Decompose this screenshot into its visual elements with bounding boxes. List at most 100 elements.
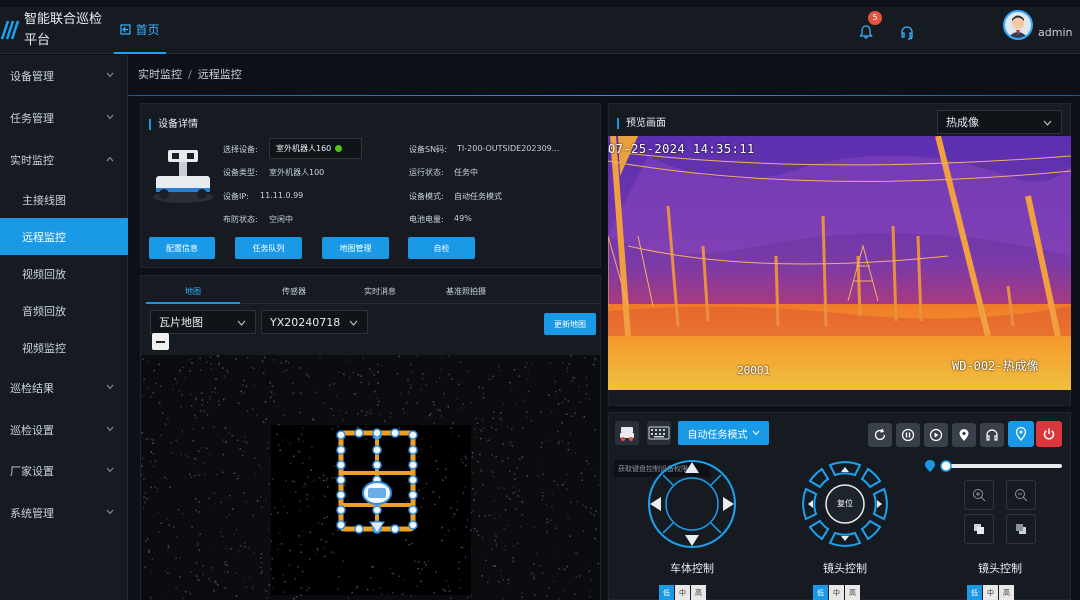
waypoint-marker[interactable]: [336, 520, 346, 530]
waypoint-marker[interactable]: [336, 460, 346, 470]
waypoint-marker[interactable]: [336, 505, 346, 515]
waypoint-marker[interactable]: [408, 505, 418, 515]
body-control-label: 车体控制: [670, 562, 714, 575]
zoom-out-lens-button[interactable]: [1006, 480, 1036, 510]
zoom-out-button[interactable]: [152, 333, 169, 350]
waypoint-marker[interactable]: [372, 460, 382, 470]
mode-select-value: 自动任务模式: [687, 429, 748, 441]
sidebar-item-task-management[interactable]: 任务管理: [0, 99, 128, 136]
zoom-in-button[interactable]: [964, 480, 994, 510]
waypoint-marker[interactable]: [408, 445, 418, 455]
tab-baseline-photo[interactable]: 基准照拍摄: [419, 286, 513, 297]
sidebar-item-remote-monitor[interactable]: 远程监控: [0, 218, 128, 255]
headset-icon[interactable]: [899, 24, 915, 40]
self-check-button[interactable]: 自检: [408, 237, 475, 259]
lens2-speed-selector[interactable]: 低中高: [967, 585, 1014, 600]
sidebar-item-inspection-settings[interactable]: 巡检设置: [0, 411, 128, 448]
robot-control-button[interactable]: [615, 421, 639, 445]
speed-medium-button[interactable]: 中: [829, 585, 844, 600]
breadcrumb-parent[interactable]: 实时监控: [138, 68, 182, 81]
speed-medium-button[interactable]: 中: [675, 585, 690, 600]
breadcrumb-separator: /: [188, 68, 192, 81]
sidebar-item-video-playback[interactable]: 视频回放: [0, 255, 128, 292]
tab-realtime-messages[interactable]: 实时消息: [333, 286, 427, 297]
sidebar-item-video-monitor[interactable]: 视频监控: [0, 329, 128, 366]
navigation-button[interactable]: [1008, 421, 1034, 447]
keyboard-control-button[interactable]: [647, 421, 671, 445]
speed-high-button[interactable]: 高: [999, 585, 1014, 600]
map-version-select[interactable]: YX20240718: [261, 310, 368, 334]
arrow-left-icon[interactable]: [650, 497, 661, 511]
waypoint-marker[interactable]: [336, 445, 346, 455]
sidebar-item-label: 视频回放: [22, 267, 66, 281]
speed-high-button[interactable]: 高: [845, 585, 860, 600]
sidebar-item-vendor-settings[interactable]: 厂家设置: [0, 452, 128, 489]
config-info-button[interactable]: 配置信息: [149, 237, 215, 259]
waypoint-marker[interactable]: [372, 505, 382, 515]
chevron-up-icon: [106, 156, 114, 162]
waypoint-marker[interactable]: [372, 428, 382, 438]
play-button[interactable]: [924, 423, 948, 447]
sidebar-item-device-management[interactable]: 设备管理: [0, 57, 128, 94]
update-map-button[interactable]: 更新地图: [544, 313, 596, 335]
waypoint-marker[interactable]: [372, 445, 382, 455]
arrow-down-icon[interactable]: [685, 535, 699, 546]
thermal-video-feed[interactable]: [608, 136, 1071, 390]
speed-high-button[interactable]: 高: [691, 585, 706, 600]
breadcrumb: 实时监控 / 远程监控: [138, 66, 242, 82]
arrow-up-icon[interactable]: [685, 462, 699, 473]
waypoint-marker[interactable]: [336, 430, 346, 440]
focus-far-button[interactable]: [1006, 514, 1036, 544]
map-management-button[interactable]: 地图管理: [322, 237, 389, 259]
speed-medium-button[interactable]: 中: [983, 585, 998, 600]
bell-icon[interactable]: [858, 24, 874, 40]
location-button[interactable]: [952, 423, 976, 447]
waypoint-marker[interactable]: [408, 520, 418, 530]
waypoint-marker[interactable]: [354, 428, 364, 438]
avatar[interactable]: [1003, 10, 1033, 40]
focus-near-button[interactable]: [964, 514, 994, 544]
battery-value: 49%: [454, 214, 472, 223]
speed-slider[interactable]: [924, 457, 1064, 475]
home-tab-label: 首页: [135, 23, 160, 37]
mode-select[interactable]: 自动任务模式: [678, 421, 769, 445]
speed-low-button[interactable]: 低: [659, 585, 674, 600]
sidebar-item-inspection-results[interactable]: 巡检结果: [0, 369, 128, 406]
waypoint-marker[interactable]: [408, 490, 418, 500]
audio-button[interactable]: [980, 423, 1004, 447]
slider-knob[interactable]: [940, 460, 952, 472]
tab-sensors[interactable]: 传感器: [247, 286, 341, 297]
home-tab[interactable]: 首页: [114, 7, 166, 54]
username[interactable]: admin: [1038, 26, 1072, 39]
pause-button[interactable]: [896, 423, 920, 447]
focus-near-icon: [974, 524, 984, 534]
sidebar-item-realtime-monitor[interactable]: 实时监控: [0, 141, 128, 178]
waypoint-marker[interactable]: [336, 490, 346, 500]
map-type-select[interactable]: 瓦片地图: [150, 310, 256, 334]
device-select[interactable]: 室外机器人160: [269, 138, 362, 159]
sidebar-item-wiring-diagram[interactable]: 主接线图: [0, 181, 128, 218]
tab-map[interactable]: 地图: [146, 286, 240, 297]
sidebar-item-audio-playback[interactable]: 音频回放: [0, 292, 128, 329]
stream-select[interactable]: 热成像: [937, 110, 1062, 134]
power-button[interactable]: [1036, 421, 1062, 447]
speed-low-button[interactable]: 低: [967, 585, 982, 600]
map-canvas[interactable]: [141, 355, 600, 600]
waypoint-marker[interactable]: [408, 460, 418, 470]
waypoint-marker[interactable]: [408, 430, 418, 440]
arrow-right-icon[interactable]: [723, 497, 734, 511]
body-speed-selector[interactable]: 低中高: [659, 585, 706, 600]
lens-speed-selector[interactable]: 低中高: [813, 585, 860, 600]
task-queue-button[interactable]: 任务队列: [235, 237, 302, 259]
refresh-button[interactable]: [868, 423, 892, 447]
body-control-pad[interactable]: [647, 459, 737, 549]
chevron-down-icon: [752, 430, 759, 436]
sidebar-item-label: 厂家设置: [10, 464, 54, 478]
waypoint-marker[interactable]: [390, 524, 400, 534]
waypoint-marker[interactable]: [408, 475, 418, 485]
speed-low-button[interactable]: 低: [813, 585, 828, 600]
waypoint-marker[interactable]: [354, 524, 364, 534]
waypoint-marker[interactable]: [390, 428, 400, 438]
waypoint-marker[interactable]: [336, 475, 346, 485]
sidebar-item-system-management[interactable]: 系统管理: [0, 494, 128, 531]
